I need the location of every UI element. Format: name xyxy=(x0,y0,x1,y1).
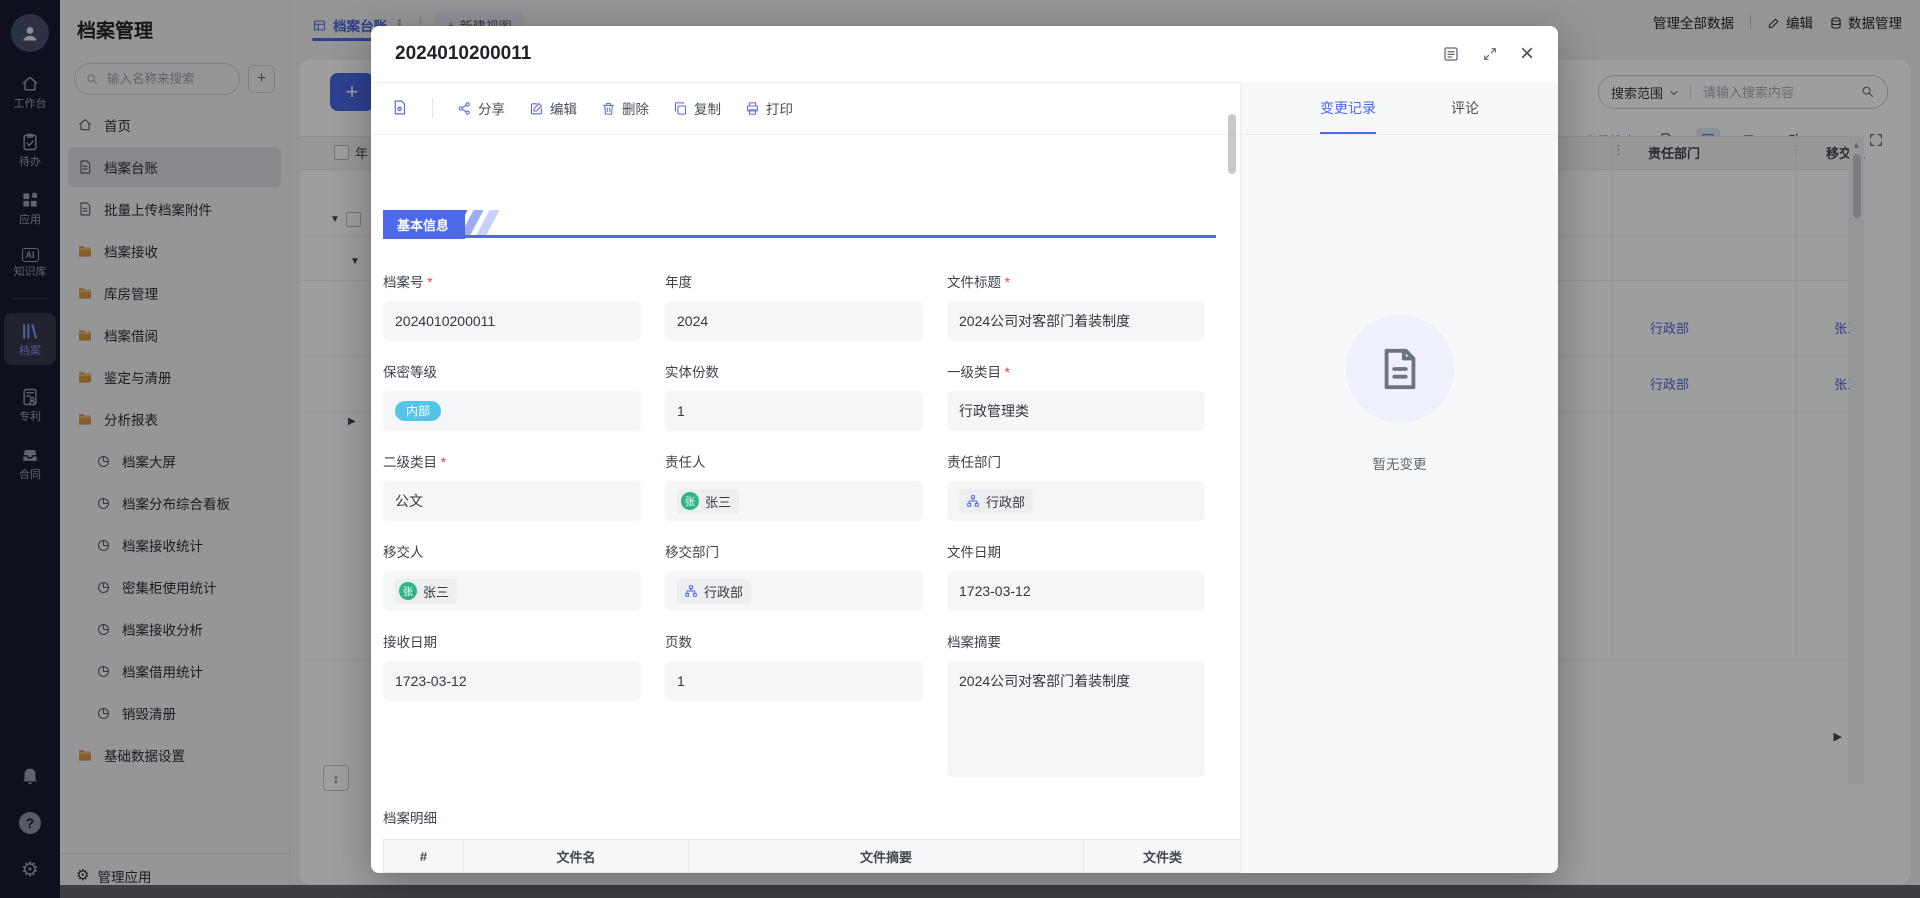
share-button[interactable]: 分享 xyxy=(457,98,505,118)
user-chip[interactable]: 张 张三 xyxy=(395,578,458,604)
field-archive-no: 档案号 2024010200011 xyxy=(383,271,641,341)
field-value[interactable]: 张 张三 xyxy=(383,571,641,611)
user-avatar: 张 xyxy=(681,492,699,510)
field-value[interactable]: 2024010200011 xyxy=(383,301,641,341)
field-copies: 实体份数 1 xyxy=(665,361,923,431)
detail-table: # 文件名 文件摘要 文件类 1 2024公司对客部门着装制度 2024公司对客… xyxy=(383,839,1240,873)
user-chip[interactable]: 张 张三 xyxy=(677,488,740,514)
user-avatar: 张 xyxy=(399,582,417,600)
detail-col-index: # xyxy=(384,840,464,872)
field-year: 年度 2024 xyxy=(665,271,923,341)
field-value[interactable]: 张 张三 xyxy=(665,481,923,521)
field-secret-level: 保密等级 内部 xyxy=(383,361,641,431)
delete-button[interactable]: 删除 xyxy=(601,98,649,118)
field-transfer-dept: 移交部门 行政部 xyxy=(665,541,923,611)
dept-chip[interactable]: 行政部 xyxy=(677,578,752,604)
copy-button[interactable]: 复制 xyxy=(673,98,721,118)
edit-icon xyxy=(529,100,544,116)
field-owner-dept: 责任部门 行政部 xyxy=(947,451,1205,521)
field-summary: 档案摘要 2024公司对客部门着装制度 xyxy=(947,631,1205,777)
record-detail-modal: 2024010200011 × 分享 编辑 删除 复制 打印 基本信息 档案号 … xyxy=(371,26,1558,873)
record-title: 2024010200011 xyxy=(395,43,532,64)
field-value[interactable]: 公文 xyxy=(383,481,641,521)
field-category-l1: 一级类目 行政管理类 xyxy=(947,361,1205,431)
section-basic-info: 基本信息 xyxy=(383,210,1216,239)
field-value[interactable]: 行政部 xyxy=(947,481,1205,521)
field-file-title: 文件标题 2024公司对客部门着装制度 xyxy=(947,271,1205,341)
org-icon xyxy=(966,494,980,508)
field-value[interactable]: 1 xyxy=(665,661,923,701)
empty-state-doc-icon xyxy=(1345,315,1454,423)
empty-state-text: 暂无变更 xyxy=(1372,457,1427,472)
doc-list-icon[interactable] xyxy=(1442,45,1460,63)
doc-preview-icon[interactable] xyxy=(391,99,408,117)
modal-content-pane: 分享 编辑 删除 复制 打印 基本信息 档案号 * 2024010200011 … xyxy=(371,82,1240,873)
field-value[interactable]: 内部 xyxy=(383,391,641,431)
close-icon[interactable]: × xyxy=(1520,42,1534,66)
detail-section-title: 档案明细 xyxy=(383,811,437,826)
detail-col-summary: 文件摘要 xyxy=(689,840,1084,872)
print-icon xyxy=(745,100,760,116)
field-value[interactable]: 1723-03-12 xyxy=(947,571,1205,611)
secret-level-badge: 内部 xyxy=(395,401,442,421)
expand-icon[interactable] xyxy=(1482,45,1498,63)
copy-icon xyxy=(673,100,688,116)
field-value[interactable]: 2024公司对客部门着装制度 xyxy=(947,301,1205,341)
field-value[interactable]: 1 xyxy=(665,391,923,431)
field-pages: 页数 1 xyxy=(665,631,923,777)
tab-change-log[interactable]: 变更记录 xyxy=(1320,82,1376,134)
field-transfer-person: 移交人 张 张三 xyxy=(383,541,641,611)
field-value[interactable]: 行政部 xyxy=(665,571,923,611)
dept-chip[interactable]: 行政部 xyxy=(959,488,1034,514)
field-category-l2: 二级类目 公文 xyxy=(383,451,641,521)
field-value[interactable]: 行政管理类 xyxy=(947,391,1205,431)
field-value[interactable]: 1723-03-12 xyxy=(383,661,641,701)
field-owner: 责任人 张 张三 xyxy=(665,451,923,521)
detail-col-filename: 文件名 xyxy=(464,840,689,872)
modal-scrollbar-thumb[interactable] xyxy=(1228,114,1236,174)
field-file-date: 文件日期 1723-03-12 xyxy=(947,541,1205,611)
modal-side-panel: 变更记录 评论 暂无变更 xyxy=(1240,82,1558,873)
org-icon xyxy=(684,584,698,598)
detail-col-filetype: 文件类 xyxy=(1142,849,1182,865)
edit-button[interactable]: 编辑 xyxy=(529,98,577,118)
print-button[interactable]: 打印 xyxy=(745,98,793,118)
trash-icon xyxy=(601,100,616,116)
field-value[interactable]: 2024公司对客部门着装制度 xyxy=(947,661,1205,777)
share-icon xyxy=(457,100,472,116)
field-receive-date: 接收日期 1723-03-12 xyxy=(383,631,641,777)
field-value[interactable]: 2024 xyxy=(665,301,923,341)
tab-comments[interactable]: 评论 xyxy=(1451,82,1479,134)
